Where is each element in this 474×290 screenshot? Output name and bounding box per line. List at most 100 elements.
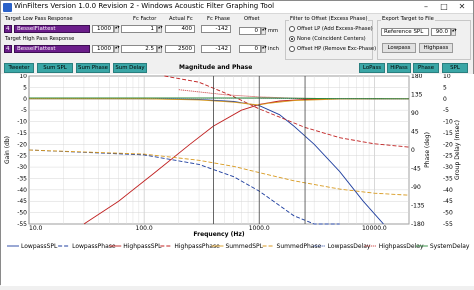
y-tick-label: -35: [17, 175, 27, 182]
phase-button[interactable]: Phase: [413, 63, 439, 73]
lowpass-order-select[interactable]: 4: [4, 25, 12, 33]
delay-tick-label: -45: [443, 198, 453, 205]
x-tick-label: 10000.0: [362, 225, 387, 232]
radio-offset-hp[interactable]: [289, 46, 295, 52]
highpass-value-spinner[interactable]: ▲▼: [114, 45, 120, 53]
lowpass-value-input[interactable]: 1000: [92, 25, 114, 33]
delay-tick-label: 5: [443, 84, 447, 91]
x-tick-label: 100.0: [136, 225, 153, 232]
y-tick-label: 5: [23, 84, 27, 91]
y-tick-label: 0: [23, 96, 27, 103]
legend: LowpassSPL LowpassPhase HighpassSPL Highpas…: [7, 243, 470, 250]
highpass-actual-fc: 2500: [165, 45, 195, 53]
x-tick-label: 1000.0: [249, 225, 270, 232]
radio-none[interactable]: [289, 36, 295, 42]
sum-spl-button[interactable]: Sum SPL: [37, 63, 73, 73]
phase-tick-label: -90: [411, 184, 421, 191]
hipass-button[interactable]: HiPass: [387, 63, 411, 73]
phase-tick-label: 180: [411, 74, 423, 80]
y-tick-label: -5: [21, 107, 27, 114]
radio-offset-lp[interactable]: [289, 26, 295, 32]
legend-label: LowpassPhase: [72, 243, 116, 250]
offset-mm-input[interactable]: 0: [239, 27, 261, 35]
delay-tick-label: -25: [443, 153, 453, 160]
export-lowpass-button[interactable]: Lowpass: [382, 43, 416, 53]
app-window: WinFilters Version 1.0.0 Revision 2 - Wi…: [0, 0, 474, 286]
fc-phase-header: Fc Phase: [207, 16, 230, 22]
delay-axis-ticks: 10 5 0 -5 -10 -15 -20 -25 -30 -35 -40 -45 -50 -55: [443, 73, 453, 228]
magnitude-phase-chart: 1050-5-10-15-20-25-30-35-40-45-50-55 180…: [4, 73, 470, 250]
radio-none-label: None (Coincident Centers): [297, 36, 366, 42]
legend-label: SummedSPL: [225, 243, 263, 250]
lowpass-type-select[interactable]: BesselFlattest: [14, 25, 90, 33]
y-tick-label: -50: [17, 210, 27, 217]
export-label: Export Target to File: [381, 16, 435, 22]
lowpass-actual-fc: 400: [165, 25, 195, 33]
phase-tick-label: 0: [411, 147, 415, 154]
export-highpass-button[interactable]: Highpass: [419, 43, 453, 53]
delay-tick-label: -10: [443, 119, 453, 126]
y-tick-label: -55: [17, 221, 27, 228]
y-axis-label: Gain (db): [4, 136, 11, 164]
delay-axis-label: Group Delay (msec): [454, 120, 461, 180]
phase-tick-label: -180: [411, 221, 425, 228]
y-tick-label: -40: [17, 187, 27, 194]
radio-offset-lp-label: Offset LP (Add Excess-Phase): [297, 26, 373, 32]
title-bar[interactable]: WinFilters Version 1.0.0 Revision 2 - Wi…: [1, 1, 473, 14]
maximize-button[interactable]: □: [435, 1, 453, 13]
legend-label: HighpassPhase: [174, 243, 220, 250]
offset-inch-input[interactable]: 0: [239, 45, 261, 53]
y-tick-label: -45: [17, 198, 27, 205]
y-tick-label: -15: [17, 130, 27, 137]
export-value-spinner[interactable]: ▲▼: [451, 28, 457, 36]
delay-tick-label: -15: [443, 130, 453, 137]
delay-tick-label: -50: [443, 210, 453, 217]
lowpass-fc-factor-input[interactable]: 1: [121, 25, 157, 33]
offset-mm-spinner[interactable]: ▲▼: [261, 27, 267, 35]
highpass-fc-factor-input[interactable]: 2.5: [121, 45, 157, 53]
highpass-label: Target High Pass Response: [5, 36, 75, 42]
legend-label: SystemDelay: [430, 243, 470, 250]
phase-tick-label: -135: [411, 203, 425, 210]
y-tick-label: -30: [17, 164, 27, 171]
delay-tick-label: -40: [443, 187, 453, 194]
delay-tick-label: 0: [443, 96, 447, 103]
spl-button[interactable]: SPL: [442, 63, 468, 73]
close-button[interactable]: ✕: [453, 1, 471, 13]
export-value-input[interactable]: 90.0: [431, 28, 451, 36]
highpass-order-select[interactable]: 4: [4, 45, 12, 53]
delay-tick-label: -30: [443, 164, 453, 171]
minimize-button[interactable]: –: [417, 1, 435, 13]
tweeter-button[interactable]: Tweeter: [4, 63, 34, 73]
lopass-button[interactable]: LoPass: [359, 63, 385, 73]
highpass-fc-phase: -142: [201, 45, 231, 53]
chart-title: Magnitude and Phase: [179, 64, 253, 71]
offset-mm-unit: mm: [268, 28, 279, 34]
offset-header: Offset: [244, 16, 260, 22]
y-axis-ticks: 10 5 0 -5 -10 -15 -20 -25 -30 -35 -40 -45 -50 -55: [17, 73, 27, 228]
sum-delay-button[interactable]: Sum Delay: [113, 63, 147, 73]
delay-tick-label: 10: [443, 74, 451, 80]
lowpass-fc-factor-spinner[interactable]: ▲▼: [157, 25, 163, 33]
graph-area: 10 5 0 -5 -10 -15 -20 -25 -30 -35 -40 -45 -50 -55 180…: [1, 73, 474, 286]
delay-tick-label: -55: [443, 221, 453, 228]
y-tick-label: -10: [17, 119, 27, 126]
window-title: WinFilters Version 1.0.0 Revision 2 - Wi…: [14, 2, 275, 10]
app-icon: [3, 3, 12, 12]
highpass-fc-factor-spinner[interactable]: ▲▼: [157, 45, 163, 53]
legend-label: HighpassDelay: [379, 243, 424, 250]
delay-tick-label: -35: [443, 175, 453, 182]
y-tick-label: -25: [17, 153, 27, 160]
lowpass-fc-phase: -142: [201, 25, 231, 33]
phase-tick-label: -45: [411, 166, 421, 173]
highpass-type-select[interactable]: BesselFlattest: [14, 45, 90, 53]
x-tick-label: 10.0: [29, 225, 43, 232]
y-tick-label: 10: [19, 74, 27, 80]
lowpass-value-spinner[interactable]: ▲▼: [114, 25, 120, 33]
sum-phase-button[interactable]: Sum Phase: [76, 63, 110, 73]
export-reference-select[interactable]: Reference SPL: [381, 28, 429, 36]
phase-tick-label: 135: [411, 92, 423, 99]
offset-inch-spinner[interactable]: ▲▼: [261, 45, 267, 53]
highpass-value-input[interactable]: 1000: [92, 45, 114, 53]
delay-tick-label: -5: [443, 107, 449, 114]
